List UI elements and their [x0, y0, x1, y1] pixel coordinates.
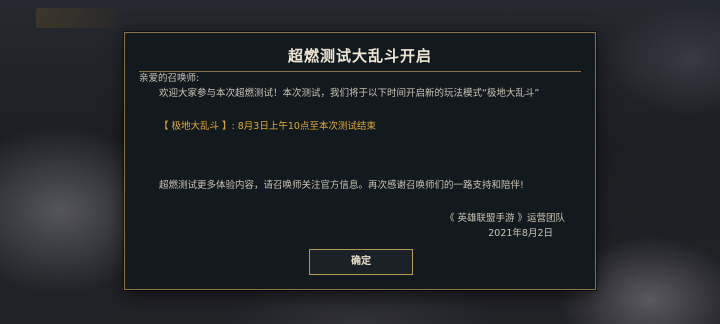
- signature-team: 《 英雄联盟手游 》运营团队: [444, 213, 565, 224]
- intro-paragraph: 欢迎大家参与本次超燃测试！本次测试，我们将于以下时间开启新的玩法模式“极地大乱斗…: [159, 88, 540, 99]
- mode-schedule-highlight: 【 极地大乱斗 】: 8月3日上午10点至本次测试结束: [159, 121, 376, 132]
- title-divider: [139, 71, 581, 72]
- game-background: 超燃测试大乱斗开启 亲爱的召唤师: 欢迎大家参与本次超燃测试！本次测试，我们将于…: [0, 0, 720, 324]
- greeting-text: 亲爱的召唤师:: [139, 73, 200, 84]
- dialog-title: 超燃测试大乱斗开启: [287, 47, 432, 65]
- signature-date: 2021年8月2日: [488, 228, 553, 239]
- confirm-button[interactable]: 确定: [309, 249, 413, 275]
- announcement-dialog: 超燃测试大乱斗开启 亲爱的召唤师: 欢迎大家参与本次超燃测试！本次测试，我们将于…: [124, 32, 596, 290]
- thanks-paragraph: 超燃测试更多体验内容，请召唤师关注官方信息。再次感谢召唤师们的一路支持和陪伴!: [159, 180, 524, 191]
